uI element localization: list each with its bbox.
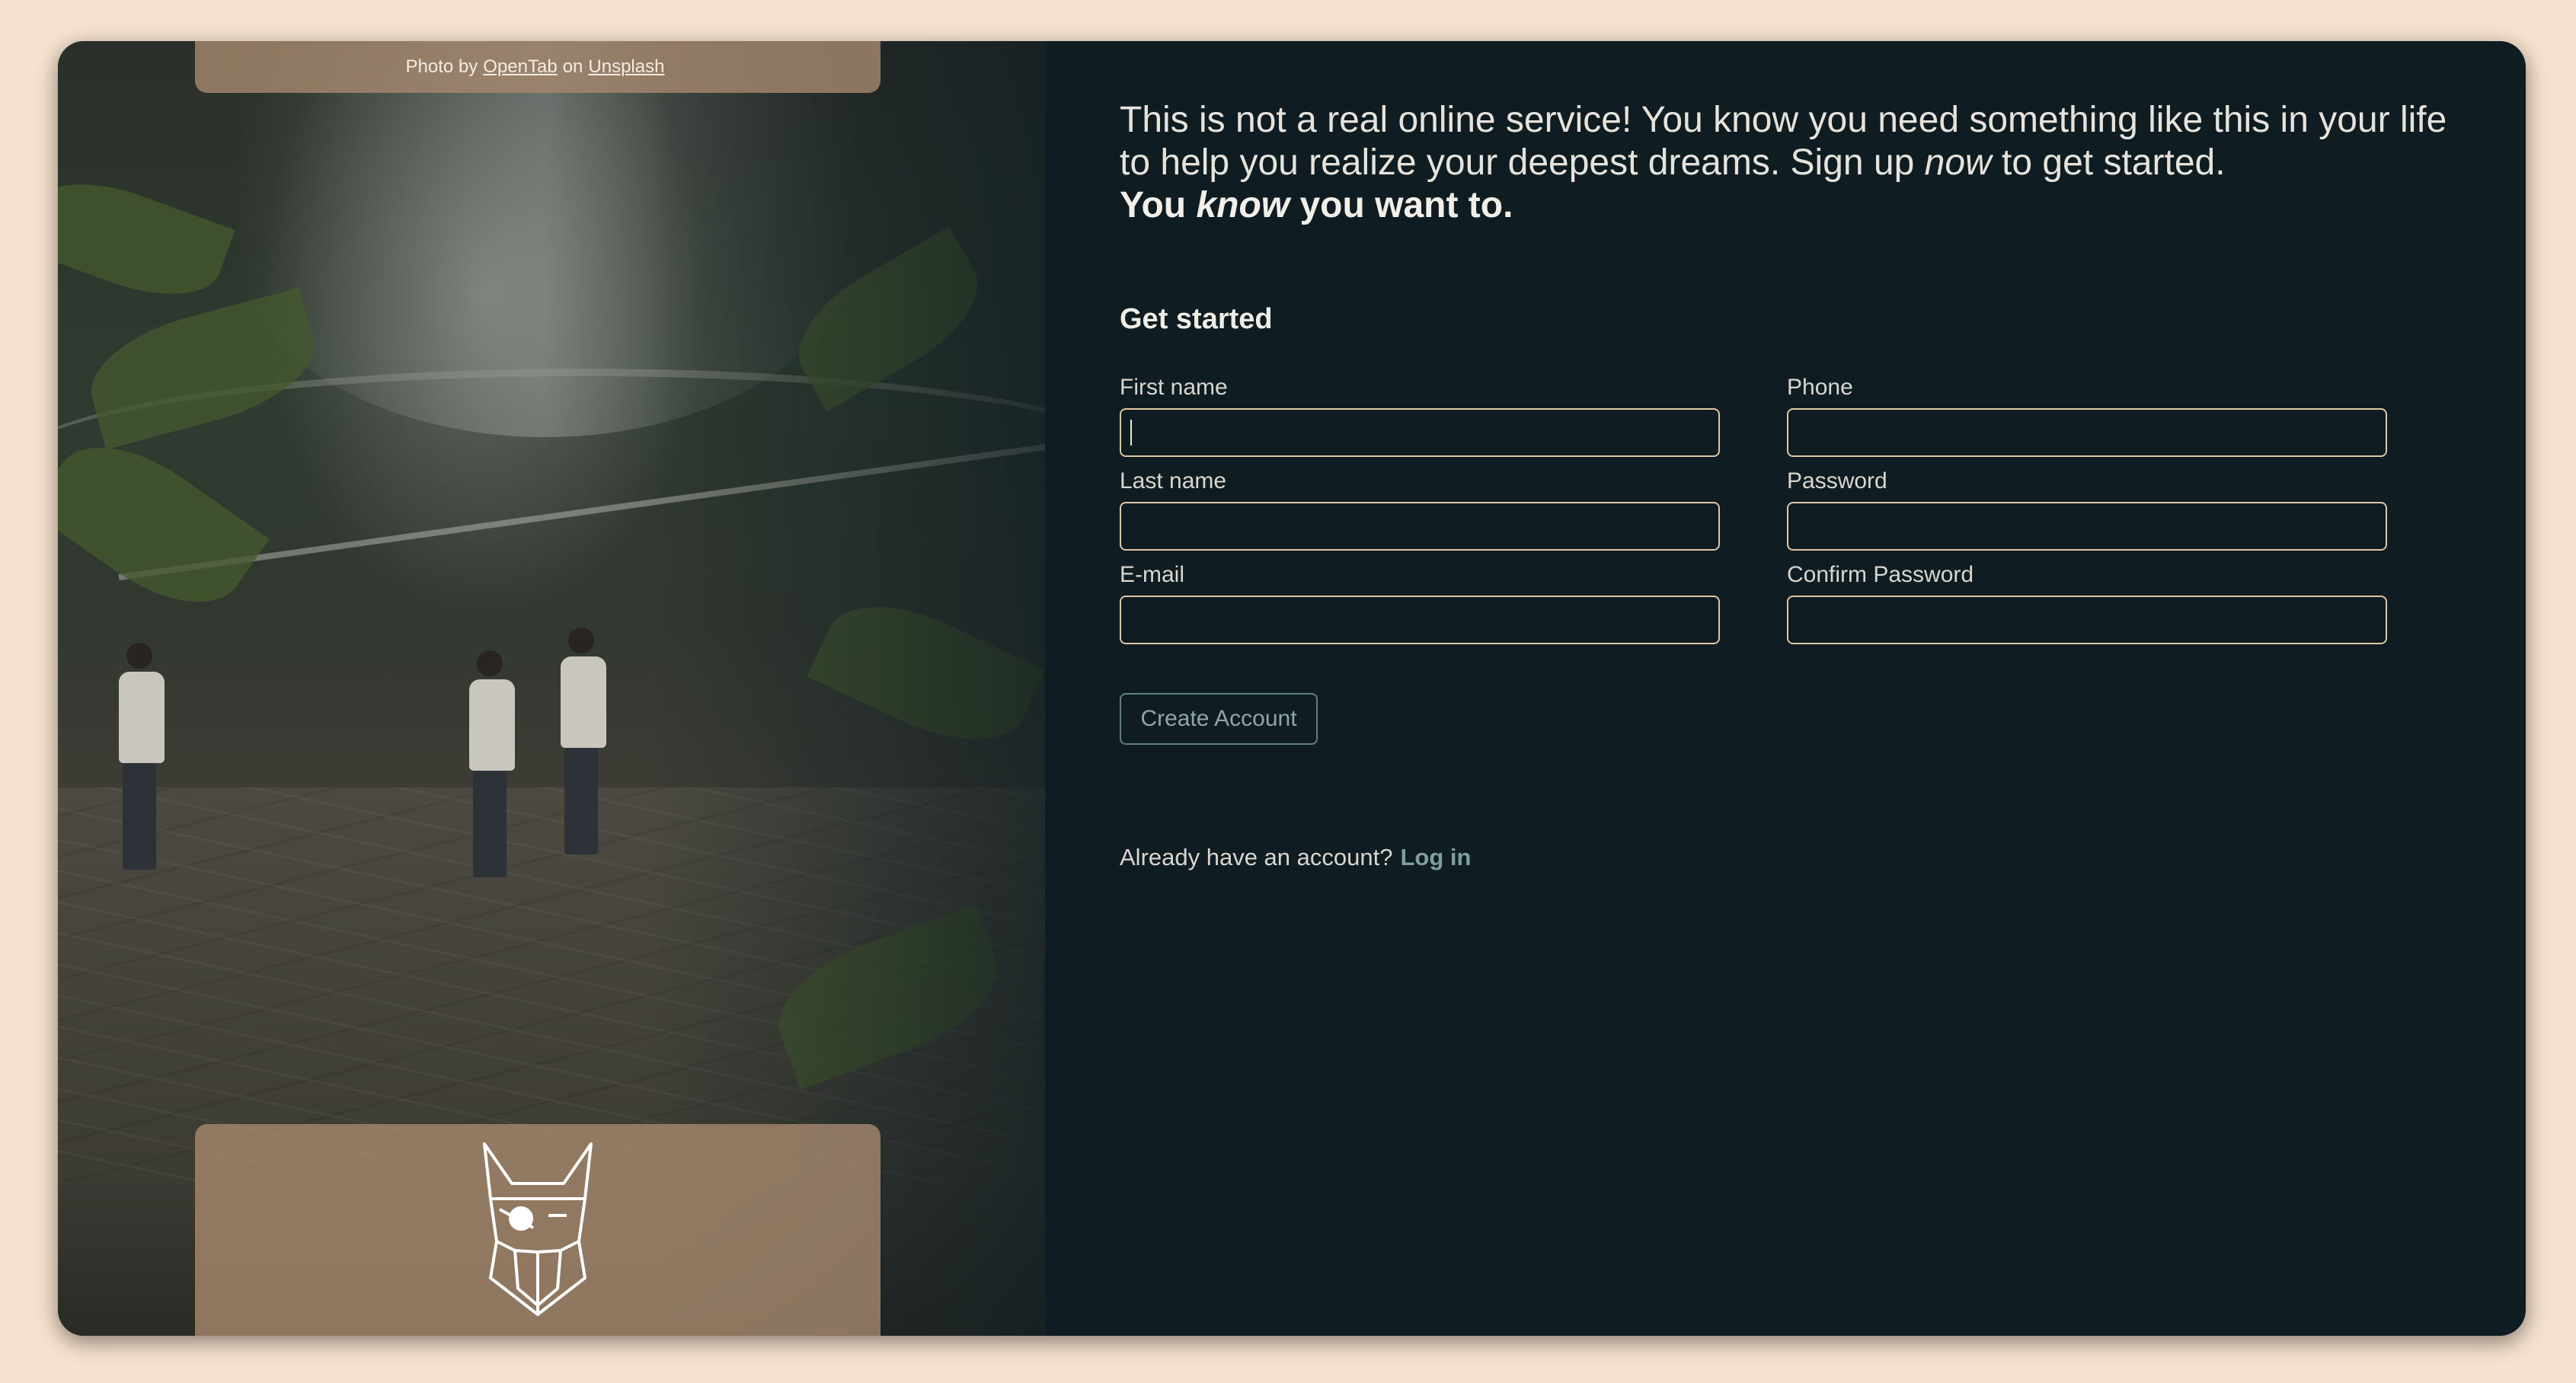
intro-line-2-start: to help you realize your deepest dreams.… (1120, 142, 1915, 183)
phone-label: Phone (1787, 375, 1853, 400)
login-link[interactable]: Log in (1400, 844, 1471, 870)
first-name-label: First name (1120, 375, 1228, 400)
confirm-password-label: Confirm Password (1787, 562, 1974, 587)
email-input[interactable] (1120, 596, 1720, 644)
password-field: Password (1787, 468, 2389, 551)
login-prompt-line: Already have an account? Log in (1120, 844, 1471, 871)
logo-panel (195, 1124, 881, 1336)
confirm-password-field: Confirm Password (1787, 562, 2389, 644)
signup-card: Photo by OpenTab on Unsplash This is not… (58, 41, 2526, 1336)
intro-text: This is not a real online service! You k… (1120, 99, 2460, 184)
confirm-password-input[interactable] (1787, 596, 2387, 644)
email-field: E-mail (1120, 562, 1721, 644)
tagline-start: You (1120, 185, 1187, 225)
email-label: E-mail (1120, 562, 1185, 587)
password-label: Password (1787, 468, 1887, 493)
form-title: Get started (1120, 303, 1273, 335)
credit-prefix: Photo by (405, 56, 478, 77)
credit-author-link[interactable]: OpenTab (483, 56, 557, 78)
signup-content: This is not a real online service! You k… (1120, 99, 2460, 870)
photo-credit: Photo by OpenTab on Unsplash (195, 41, 881, 93)
tagline-emphasis: know (1196, 185, 1290, 225)
intro-line-1: This is not a real online service! You k… (1120, 100, 2447, 140)
last-name-label: Last name (1120, 468, 1227, 493)
tagline-end: you want to. (1299, 185, 1513, 225)
viking-head-icon (483, 1142, 593, 1316)
phone-input[interactable] (1787, 408, 2387, 457)
last-name-field: Last name (1120, 468, 1721, 551)
first-name-input[interactable] (1120, 408, 1720, 457)
intro-line-2-emphasis: now (1924, 142, 1992, 183)
create-account-button[interactable]: Create Account (1120, 693, 1318, 745)
intro-line-2-end: to get started. (2002, 142, 2226, 183)
credit-source-link[interactable]: Unsplash (588, 56, 664, 78)
credit-middle: on (562, 56, 583, 77)
first-name-field: First name (1120, 375, 1721, 457)
password-input[interactable] (1787, 502, 2387, 551)
intro-tagline: You know you want to. (1120, 184, 2460, 227)
login-prompt: Already have an account? (1120, 844, 1393, 870)
text-caret (1130, 420, 1132, 446)
last-name-input[interactable] (1120, 502, 1720, 551)
phone-field: Phone (1787, 375, 2389, 457)
background-photo: Photo by OpenTab on Unsplash (58, 41, 1045, 1336)
